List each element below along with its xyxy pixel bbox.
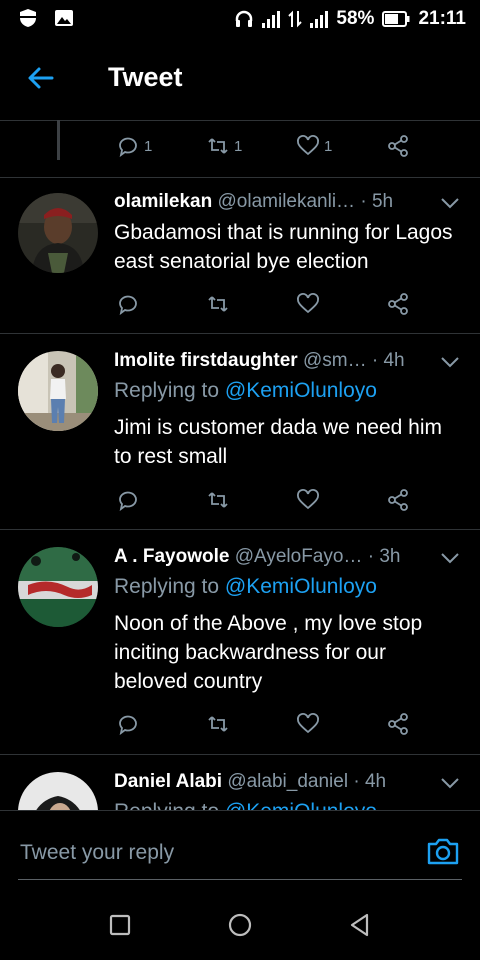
headphones-icon — [236, 10, 253, 27]
back-arrow-icon[interactable] — [26, 63, 56, 93]
signal-icon — [262, 10, 281, 28]
mention-link[interactable]: @KemiOlunloyo — [225, 575, 377, 598]
back-triangle-icon[interactable] — [345, 910, 375, 940]
reply-composer — [0, 810, 480, 893]
tweet-text: Noon of the Above , my love stop incitin… — [114, 612, 423, 693]
reply-icon — [119, 137, 137, 158]
heart-icon — [297, 293, 319, 314]
clock: 21:11 — [418, 8, 466, 29]
top-app-bar: Tweet — [0, 36, 480, 121]
like-button[interactable] — [296, 711, 320, 737]
replying-to: Replying to @KemiOlunloyo — [114, 575, 377, 598]
heart-icon — [297, 135, 319, 156]
gallery-icon — [55, 10, 73, 26]
tweet-actions — [116, 291, 426, 317]
avatar[interactable] — [18, 351, 98, 431]
share-icon — [388, 489, 408, 511]
share-button[interactable] — [386, 711, 410, 737]
retweet-button[interactable] — [206, 291, 230, 317]
retweet-icon — [208, 138, 228, 154]
timestamp: 3h — [379, 546, 401, 567]
retweet-icon — [208, 492, 228, 508]
chevron-down-icon[interactable] — [440, 776, 460, 790]
user-handle[interactable]: @olamilekanli… — [218, 191, 356, 212]
retweet-count: 1 — [234, 137, 243, 155]
display-name[interactable]: Daniel Alabi — [114, 771, 222, 792]
replying-to: Replying to @KemiOlunloyo — [114, 379, 377, 402]
reply-button[interactable] — [116, 711, 140, 737]
tweet-actions — [116, 487, 426, 513]
user-handle[interactable]: @alabi_daniel — [227, 771, 348, 792]
tweet-item[interactable]: Daniel Alabi @alabi_daniel · 4h Replying… — [0, 755, 480, 810]
chevron-down-icon[interactable] — [440, 551, 460, 565]
share-icon — [388, 135, 408, 157]
tweet-item[interactable]: Imolite firstdaughter @sm… · 4h Replying… — [0, 334, 480, 530]
share-button[interactable] — [386, 133, 410, 159]
avatar[interactable] — [18, 193, 98, 273]
reply-button[interactable]: 1 — [116, 133, 152, 159]
share-button[interactable] — [386, 291, 410, 317]
tweet-text: Jimi is customer dada we need him to res… — [114, 416, 442, 468]
share-icon — [388, 293, 408, 315]
tweet-header: Imolite firstdaughter @sm… · 4h — [114, 350, 405, 371]
battery-percent: 58% — [336, 8, 375, 29]
data-transfer-icon — [288, 10, 303, 28]
user-handle[interactable]: @AyeloFayo… — [235, 546, 363, 567]
mention-link[interactable]: @KemiOlunloyo — [225, 379, 377, 402]
battery-icon — [382, 11, 410, 27]
avatar[interactable] — [18, 547, 98, 627]
status-bar: 58% 21:11 — [0, 0, 480, 36]
display-name[interactable]: Imolite firstdaughter — [114, 350, 298, 371]
reply-count: 1 — [144, 137, 153, 155]
page-title: Tweet — [108, 62, 183, 92]
retweet-icon — [208, 296, 228, 312]
tweet-actions — [116, 711, 426, 737]
display-name[interactable]: A . Fayowole — [114, 546, 229, 567]
tweet-text: Gbadamosi that is running for Lagos east… — [114, 221, 453, 273]
share-icon — [388, 713, 408, 735]
parent-tweet-actions: 1 1 1 — [116, 133, 426, 159]
retweet-button[interactable]: 1 — [206, 133, 242, 159]
like-button[interactable] — [296, 487, 320, 513]
input-underline — [18, 879, 462, 880]
like-button[interactable] — [296, 291, 320, 317]
retweet-button[interactable] — [206, 487, 230, 513]
camera-icon[interactable] — [426, 835, 460, 867]
tweet-item[interactable]: olamilekan @olamilekanli… · 5h Gbadamosi… — [0, 178, 480, 334]
replying-to: Replying to @KemiOlunloyo — [114, 800, 377, 810]
avatar[interactable] — [18, 772, 98, 810]
reply-icon — [119, 295, 137, 316]
timestamp: 4h — [383, 350, 405, 371]
reply-button[interactable] — [116, 487, 140, 513]
chevron-down-icon[interactable] — [440, 355, 460, 369]
tweet-item[interactable]: A . Fayowole @AyeloFayo… · 3h Replying t… — [0, 530, 480, 755]
share-button[interactable] — [386, 487, 410, 513]
mention-link[interactable]: @KemiOlunloyo — [225, 800, 377, 810]
reply-input[interactable] — [18, 837, 432, 869]
like-count: 1 — [324, 137, 333, 155]
retweet-icon — [208, 716, 228, 732]
retweet-button[interactable] — [206, 711, 230, 737]
shield-icon — [20, 9, 36, 27]
recents-square-icon[interactable] — [105, 910, 135, 940]
reply-button[interactable] — [116, 291, 140, 317]
timestamp: 5h — [371, 191, 394, 212]
timestamp: 4h — [364, 771, 387, 792]
home-circle-icon[interactable] — [225, 910, 255, 940]
user-handle[interactable]: @sm… — [303, 350, 367, 371]
reply-icon — [119, 715, 137, 736]
tweet-header: A . Fayowole @AyeloFayo… · 3h — [114, 546, 401, 567]
reply-icon — [119, 491, 137, 512]
chevron-down-icon[interactable] — [440, 196, 460, 210]
heart-icon — [297, 713, 319, 734]
system-nav-bar — [0, 892, 480, 960]
thread-connector — [57, 120, 60, 160]
tweet-header: olamilekan @olamilekanli… · 5h — [114, 191, 394, 212]
tweet-header: Daniel Alabi @alabi_daniel · 4h — [114, 771, 387, 792]
like-button[interactable]: 1 — [296, 133, 332, 159]
heart-icon — [297, 489, 319, 510]
display-name[interactable]: olamilekan — [114, 191, 212, 212]
signal-icon-2 — [310, 10, 329, 28]
